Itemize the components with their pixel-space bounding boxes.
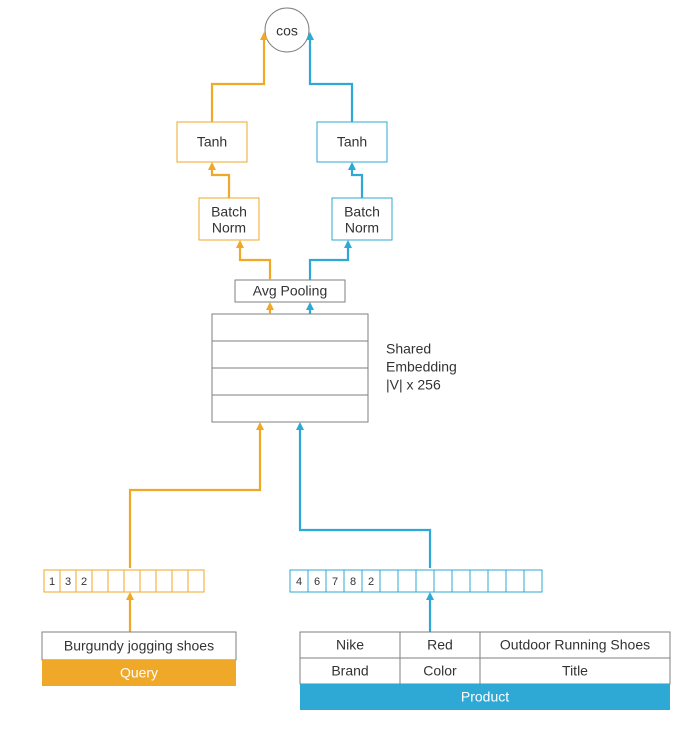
embedding-side-l1: Shared [386, 341, 431, 357]
tanh-right-label: Tanh [337, 134, 367, 150]
query-token-row: 132 [44, 570, 204, 592]
query-label: Query [120, 665, 158, 681]
token-cell [188, 570, 204, 592]
product-val-1: Red [427, 637, 453, 653]
cos-label: cos [276, 23, 298, 39]
token-cell [124, 570, 140, 592]
batchnorm-right-l1: Batch [344, 204, 380, 220]
token-value: 6 [314, 576, 320, 588]
product-table: Nike Red Outdoor Running Shoes Brand Col… [300, 632, 670, 684]
arrow-bn-right-to-tanh [352, 164, 362, 198]
batchnorm-left-l1: Batch [211, 204, 247, 220]
token-value: 1 [49, 576, 55, 588]
token-value: 4 [296, 576, 302, 588]
query-text: Burgundy jogging shoes [64, 638, 214, 654]
product-label: Product [461, 689, 509, 705]
arrow-bn-left-to-tanh [212, 164, 229, 198]
product-hdr-1: Color [423, 663, 457, 679]
token-cell [506, 570, 524, 592]
token-cell [398, 570, 416, 592]
arrow-tanh-left-to-cos [212, 34, 264, 122]
token-value: 8 [350, 576, 356, 588]
avg-pooling-label: Avg Pooling [253, 283, 327, 299]
shared-embedding-stack [212, 314, 368, 422]
arrow-pool-to-bn-right [310, 242, 348, 280]
product-hdr-0: Brand [331, 663, 368, 679]
token-cell [108, 570, 124, 592]
token-value: 7 [332, 576, 338, 588]
batchnorm-right-l2: Norm [345, 220, 379, 236]
product-hdr-2: Title [562, 663, 588, 679]
arrow-query-to-embedding [130, 424, 260, 568]
architecture-diagram: cos Tanh Tanh Batch Norm Batch Norm Avg … [0, 0, 700, 744]
token-cell [380, 570, 398, 592]
token-cell [172, 570, 188, 592]
embedding-side-l3: |V| x 256 [386, 377, 441, 393]
token-value: 2 [368, 576, 374, 588]
embedding-side-l2: Embedding [386, 359, 457, 375]
arrow-product-to-embedding [300, 424, 430, 568]
token-cell [524, 570, 542, 592]
token-cell [452, 570, 470, 592]
arrow-tanh-right-to-cos [310, 34, 352, 122]
tanh-left-label: Tanh [197, 134, 227, 150]
token-cell [470, 570, 488, 592]
token-cell [416, 570, 434, 592]
token-value: 3 [65, 576, 71, 588]
token-cell [140, 570, 156, 592]
arrow-pool-to-bn-left [240, 242, 270, 280]
product-token-row: 46782 [290, 570, 542, 592]
token-cell [156, 570, 172, 592]
token-cell [488, 570, 506, 592]
token-value: 2 [81, 576, 87, 588]
token-cell [434, 570, 452, 592]
batchnorm-left-l2: Norm [212, 220, 246, 236]
token-cell [92, 570, 108, 592]
product-val-0: Nike [336, 637, 364, 653]
product-val-2: Outdoor Running Shoes [500, 637, 650, 653]
